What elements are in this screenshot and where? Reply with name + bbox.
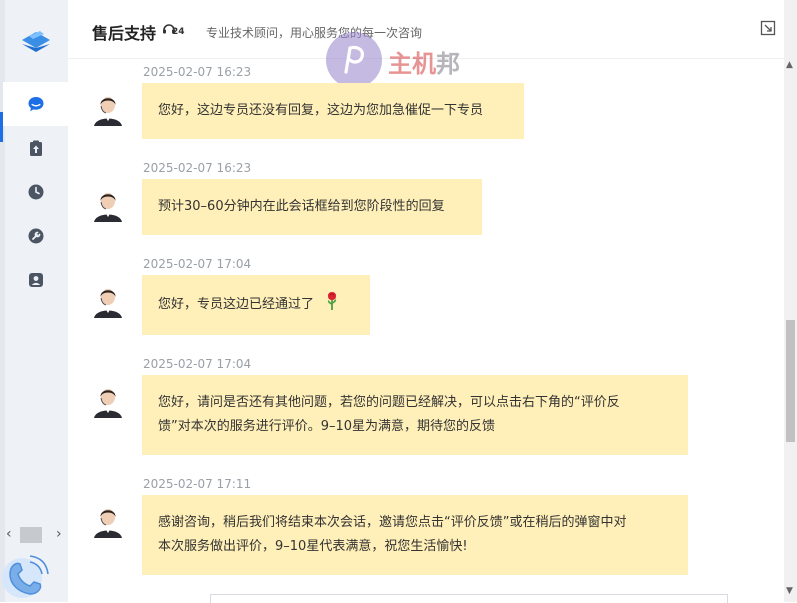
message-text-line: 您好，请问是否还有其他问题，若您的问题已经解决，可以点击右下角的“评价反 xyxy=(158,395,620,410)
user-badge-icon xyxy=(28,273,43,287)
nav-orders[interactable] xyxy=(3,126,68,170)
message-bubble: 您好，这边专员还没有回复，这边为您加急催促一下专员 xyxy=(142,83,524,139)
message-text-line: 感谢咨询，稍后我们将结束本次会话，邀请您点击“评价反馈”或在稍后的弹窗中对 xyxy=(158,515,627,530)
rail-horizontal-scrollbar[interactable]: ‹ › xyxy=(4,524,66,546)
rail-scroll-thumb[interactable] xyxy=(20,527,42,543)
message-timestamp: 2025-02-07 16:23 xyxy=(143,161,252,175)
scroll-right-icon[interactable]: › xyxy=(56,526,62,542)
message-text: 您好，专员这边已经通过了 xyxy=(158,297,315,312)
chat-panel: 售后支持 24 专业技术顾问，用心服务您的每一次咨询 主机邦 2025-02-0… xyxy=(68,0,784,603)
message-bubble: 您好，请问是否还有其他问题，若您的问题已经解决，可以点击右下角的“评价反 馈”对… xyxy=(142,375,688,455)
message-timestamp: 2025-02-07 17:04 xyxy=(143,357,252,371)
agent-avatar xyxy=(90,282,126,318)
message-timestamp: 2025-02-07 17:04 xyxy=(143,257,252,271)
message-timestamp: 2025-02-07 16:23 xyxy=(143,65,252,79)
nav-tools[interactable] xyxy=(3,214,68,258)
message-timestamp: 2025-02-07 17:11 xyxy=(143,477,252,491)
scroll-thumb[interactable] xyxy=(786,320,795,442)
phone-support-icon[interactable] xyxy=(0,548,66,602)
clock-icon xyxy=(28,184,43,200)
agent-avatar xyxy=(90,502,126,538)
nav-account[interactable] xyxy=(3,258,68,302)
scroll-up-icon[interactable]: ▲ xyxy=(786,60,793,70)
chat-vertical-scrollbar[interactable]: ▲ ▼ xyxy=(784,0,797,602)
scroll-down-icon[interactable]: ▼ xyxy=(786,586,793,596)
badge-24-text: 24 xyxy=(172,27,185,37)
expand-icon[interactable] xyxy=(760,20,776,36)
message-bubble: 您好，专员这边已经通过了 xyxy=(142,275,370,335)
agent-avatar xyxy=(90,382,126,418)
rose-emoji-icon xyxy=(327,292,337,310)
page-title: 售后支持 xyxy=(92,24,157,43)
agent-avatar xyxy=(90,90,126,126)
app-logo-icon[interactable] xyxy=(20,26,52,54)
message-text: 预计30–60分钟内在此会话框给到您阶段性的回复 xyxy=(158,199,445,214)
clipboard-upload-icon xyxy=(29,140,42,156)
watermark-text: 主机邦 xyxy=(388,49,460,78)
message-text: 您好，这边专员还没有回复，这边为您加急催促一下专员 xyxy=(158,103,484,118)
scroll-left-icon[interactable]: ‹ xyxy=(6,526,12,542)
message-bubble: 感谢咨询，稍后我们将结束本次会话，邀请您点击“评价反馈”或在稍后的弹窗中对 本次… xyxy=(142,495,688,575)
support-24h-badge: 24 xyxy=(162,20,190,40)
chat-bubble-icon xyxy=(28,97,43,112)
message-bubble: 预计30–60分钟内在此会话框给到您阶段性的回复 xyxy=(142,179,482,235)
message-text-line: 馈”对本次的服务进行评价。9–10星为满意，期待您的反馈 xyxy=(158,419,496,434)
wrench-icon xyxy=(28,228,43,244)
left-rail: ‹ › xyxy=(0,0,68,602)
agent-avatar xyxy=(90,186,126,222)
nav-chat[interactable] xyxy=(3,82,68,126)
watermark-p-icon xyxy=(344,45,364,74)
message-text-line: 本次服务做出评价，9–10星代表满意，祝您生活愉快! xyxy=(158,539,468,554)
nav-history[interactable] xyxy=(3,170,68,214)
